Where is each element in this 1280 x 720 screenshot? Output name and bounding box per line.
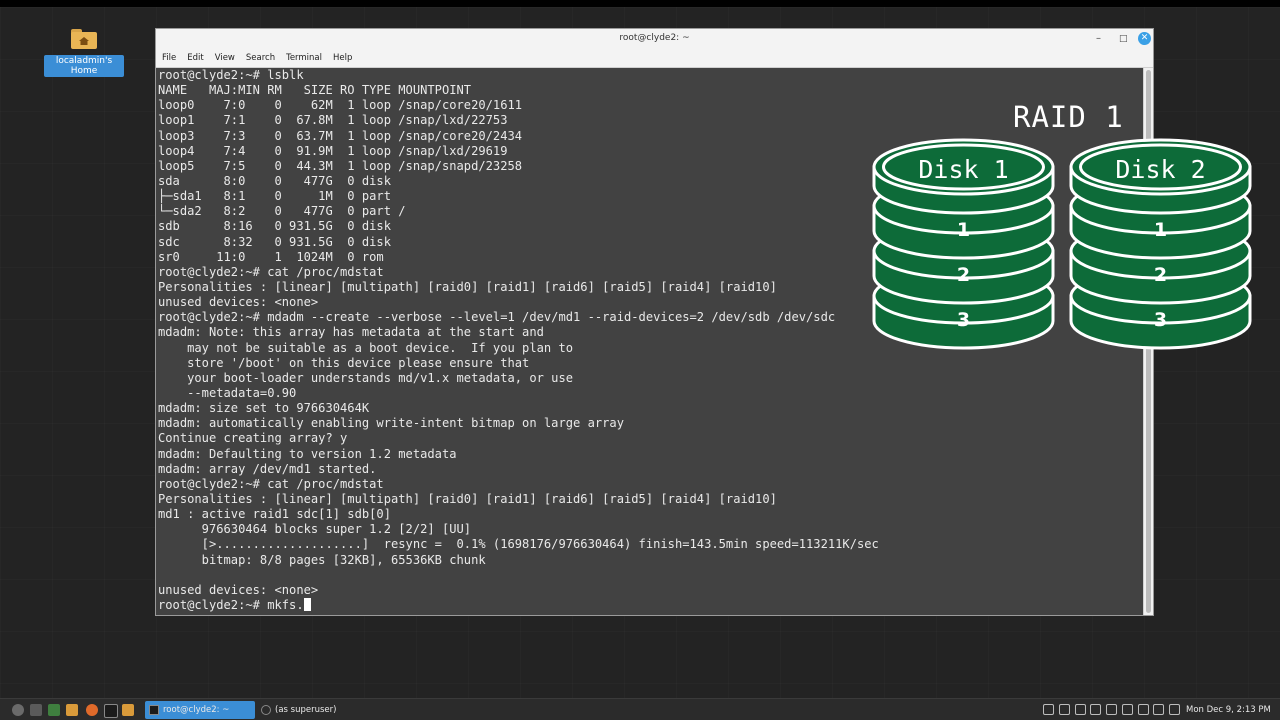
- maximize-icon[interactable]: □: [1119, 34, 1128, 44]
- terminal-line: --metadata=0.90: [158, 385, 297, 400]
- task-superuser[interactable]: (as superuser): [257, 701, 367, 719]
- terminal-line: 976630464 blocks super 1.2 [2/2] [UU]: [158, 522, 472, 537]
- disk-1-partition-1: 1: [956, 219, 971, 241]
- bluetooth-icon[interactable]: [1043, 704, 1054, 715]
- text-cursor: [303, 597, 311, 611]
- letterbox-top: [0, 0, 1280, 7]
- window-list-icon[interactable]: [1138, 704, 1149, 715]
- window-title: root@clyde2: ~: [619, 33, 690, 43]
- clipboard-icon[interactable]: [1106, 704, 1117, 715]
- menu-edit[interactable]: Edit: [187, 53, 203, 63]
- terminal-line: mdadm: size set to 976630464K: [158, 401, 370, 416]
- terminal-line: loop1 7:1 0 67.8M 1 loop /snap/lxd/22753: [158, 113, 508, 128]
- terminal-launcher-icon[interactable]: [104, 704, 118, 718]
- task-superuser-label: (as superuser): [275, 705, 337, 715]
- terminal-task-icon: [149, 705, 159, 715]
- firefox-icon[interactable]: [86, 704, 98, 716]
- disk-2-partition-2: 2: [1153, 264, 1168, 286]
- terminal-line: Continue creating array? y: [158, 431, 348, 446]
- terminal-line: Personalities : [linear] [multipath] [ra…: [158, 491, 777, 506]
- terminal-line: root@clyde2:~# cat /proc/mdstat: [158, 476, 384, 491]
- window-titlebar[interactable]: root@clyde2: ~ – □ ✕: [156, 29, 1153, 49]
- home-folder-shortcut[interactable]: localadmin's Home: [44, 29, 124, 77]
- steam-icon[interactable]: [1090, 704, 1101, 715]
- terminal-line: your boot-loader understands md/v1.x met…: [158, 370, 574, 385]
- terminal-line: mdadm: array /dev/md1 started.: [158, 461, 377, 476]
- close-icon[interactable]: ✕: [1138, 32, 1151, 45]
- clock[interactable]: Mon Dec 9, 2:13 PM: [1186, 701, 1271, 719]
- terminal-line: unused devices: <none>: [158, 582, 319, 597]
- show-desktop-icon[interactable]: [30, 704, 42, 716]
- menu-terminal[interactable]: Terminal: [286, 53, 322, 63]
- terminal-line: md1 : active raid1 sdc[1] sdb[0]: [158, 507, 391, 522]
- disk-2-graphic: Disk 2 1 2 3: [1068, 133, 1253, 353]
- disk-1-label: Disk 1: [918, 155, 1009, 184]
- folder-launcher-icon[interactable]: [122, 704, 134, 716]
- menu-launcher-icon[interactable]: [12, 704, 24, 716]
- task-terminal[interactable]: root@clyde2: ~: [145, 701, 255, 719]
- terminal-line: loop0 7:0 0 62M 1 loop /snap/core20/1611: [158, 98, 523, 113]
- terminal-line: store '/boot' on this device please ensu…: [158, 355, 530, 370]
- superuser-task-icon: [261, 705, 271, 715]
- disk-1-partition-3: 3: [956, 309, 971, 331]
- task-terminal-label: root@clyde2: ~: [163, 705, 230, 715]
- menubar: File Edit View Search Terminal Help: [156, 49, 1153, 68]
- minimize-icon[interactable]: –: [1096, 34, 1101, 44]
- terminal-line: mdadm: Defaulting to version 1.2 metadat…: [158, 446, 457, 461]
- home-folder-label: localadmin's Home: [44, 55, 124, 77]
- terminal-line: mdadm: automatically enabling write-inte…: [158, 416, 624, 431]
- disk-2-label: Disk 2: [1115, 155, 1206, 184]
- terminal-prompt: root@clyde2:~# mkfs.: [158, 597, 304, 612]
- terminal-line: [>....................] resync = 0.1% (1…: [158, 537, 879, 552]
- terminal-prompt-line[interactable]: root@clyde2:~# mkfs.: [158, 597, 1144, 613]
- update-manager-icon[interactable]: [1059, 704, 1070, 715]
- terminal-line: NAME MAJ:MIN RM SIZE RO TYPE MOUNTPOINT: [158, 83, 472, 98]
- menu-search[interactable]: Search: [246, 53, 275, 63]
- screen-icon[interactable]: [1122, 704, 1133, 715]
- home-folder-icon: [71, 29, 97, 49]
- virtualbox-icon[interactable]: [48, 704, 60, 716]
- raid-title: RAID 1: [1013, 100, 1124, 134]
- terminal-line: root@clyde2:~# lsblk: [158, 68, 304, 82]
- menu-file[interactable]: File: [162, 53, 176, 63]
- terminal-line: bitmap: 8/8 pages [32KB], 65536KB chunk: [158, 552, 486, 567]
- battery-icon[interactable]: [1153, 704, 1164, 715]
- disk-2-partition-1: 1: [1153, 219, 1168, 241]
- network-icon[interactable]: [1075, 704, 1086, 715]
- volume-icon[interactable]: [1169, 704, 1180, 715]
- taskbar: root@clyde2: ~ (as superuser) Mon Dec 9,…: [0, 698, 1280, 720]
- menu-view[interactable]: View: [215, 53, 235, 63]
- menu-help[interactable]: Help: [333, 53, 352, 63]
- disk-1-graphic: Disk 1 1 2 3: [871, 133, 1056, 353]
- files-icon[interactable]: [66, 704, 78, 716]
- disk-2-partition-3: 3: [1153, 309, 1168, 331]
- disk-1-partition-2: 2: [956, 264, 971, 286]
